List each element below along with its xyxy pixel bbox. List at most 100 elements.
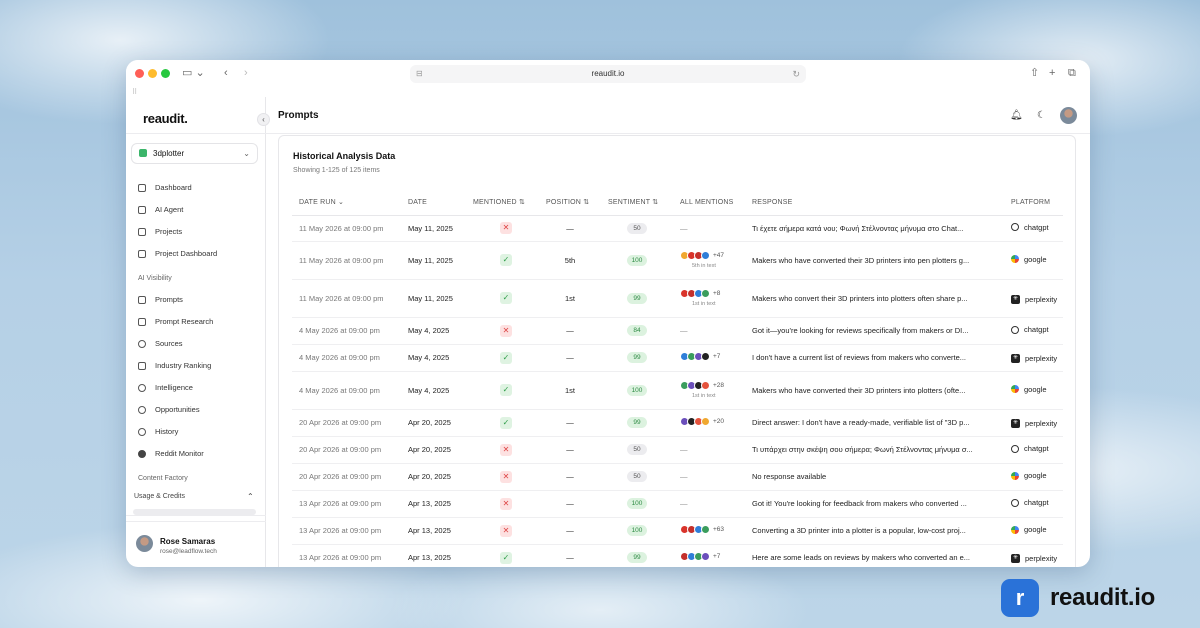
sidebar-item-dashboard[interactable]: Dashboard xyxy=(138,178,192,198)
share-icon[interactable]: ⇧ xyxy=(1030,66,1039,80)
response-cell[interactable]: Here are some leads on reviews by makers… xyxy=(745,544,1004,567)
response-cell[interactable]: Τι έχετε σήμερα κατά νου; Φωνή Στέλνοντα… xyxy=(745,215,1004,242)
column-sentiment[interactable]: SENTIMENT ⇅ xyxy=(601,190,673,216)
response-cell[interactable]: Makers who have converted their 3D print… xyxy=(745,371,1004,410)
sidebar-item-prompts[interactable]: Prompts xyxy=(138,290,183,310)
date-cell: May 4, 2025 xyxy=(401,371,466,410)
response-cell[interactable]: Direct answer: I don't have a ready-made… xyxy=(745,409,1004,437)
response-cell[interactable]: Makers who have converted their 3D print… xyxy=(745,241,1004,280)
response-cell[interactable]: I don't have a current list of reviews f… xyxy=(745,344,1004,372)
mentioned-cell: ✕ xyxy=(466,215,539,242)
mentions-count: +7 xyxy=(713,353,721,360)
empty-dash: — xyxy=(680,223,688,233)
sentiment-badge: 100 xyxy=(627,384,647,396)
chatgpt-icon xyxy=(1011,223,1019,232)
sidebar-item-opportunities[interactable]: Opportunities xyxy=(138,400,200,420)
date-run-cell: 13 Apr 2026 at 09:00 pm xyxy=(292,490,401,518)
sentiment-cell: 100 xyxy=(601,490,673,518)
google-icon xyxy=(1011,385,1019,394)
sidebar-item-industry-ranking[interactable]: Industry Ranking xyxy=(138,356,211,376)
bell-icon[interactable]: 🔔︎ xyxy=(1010,110,1023,121)
sidebar: reaudit. 3dplotter ⌄ Dashboard AI Agent … xyxy=(126,97,266,567)
tab-overview-icon[interactable]: ⧉ xyxy=(1068,66,1076,80)
sentiment-badge: 100 xyxy=(627,525,647,536)
platform-cell: ✳ perplexity xyxy=(1004,279,1063,318)
sentiment-badge: 50 xyxy=(627,222,647,234)
table-row[interactable]: 11 May 2026 at 09:00 pm May 11, 2025 ✓ 1st 9… xyxy=(292,279,1063,318)
response-cell[interactable]: Got it! You're looking for feedback from… xyxy=(745,490,1004,518)
table-row[interactable]: 4 May 2026 at 09:00 pm May 4, 2025 ✓ — 99 +7 I… xyxy=(292,344,1063,372)
cross-icon: ✕ xyxy=(500,443,512,456)
table-row[interactable]: 20 Apr 2026 at 09:00 pm Apr 20, 2025 ✓ — 99 +… xyxy=(292,409,1063,437)
sentiment-cell: 50 xyxy=(601,436,673,464)
url-text: reaudit.io xyxy=(591,69,625,78)
project-selector[interactable]: 3dplotter ⌄ xyxy=(131,143,258,164)
sidebar-item-reddit-monitor[interactable]: Reddit Monitor xyxy=(138,444,204,464)
column-mentioned[interactable]: MENTIONED ⇅ xyxy=(466,190,539,216)
platform-cell: ✳ perplexity xyxy=(1004,344,1063,372)
table-row[interactable]: 11 May 2026 at 09:00 pm May 11, 2025 ✕ — 50 —… xyxy=(292,215,1063,242)
table-row[interactable]: 20 Apr 2026 at 09:00 pm Apr 20, 2025 ✕ — 50 —… xyxy=(292,463,1063,491)
table-row[interactable]: 4 May 2026 at 09:00 pm May 4, 2025 ✓ 1st 100… xyxy=(292,371,1063,410)
chevron-up-icon[interactable]: ⌃ xyxy=(247,492,254,501)
sentiment-cell: 84 xyxy=(601,317,673,345)
reload-icon[interactable]: ↻ xyxy=(792,65,800,83)
maximize-window-button[interactable] xyxy=(161,69,170,78)
collapse-sidebar-button[interactable]: ‹ xyxy=(257,113,270,126)
response-cell[interactable]: Makers who convert their 3D printers int… xyxy=(745,279,1004,318)
close-window-button[interactable] xyxy=(135,69,144,78)
sidebar-item-project-dashboard[interactable]: Project Dashboard xyxy=(138,244,217,264)
grid-icon: ⠿ xyxy=(132,89,138,96)
date-cell: Apr 20, 2025 xyxy=(401,436,466,464)
header-avatar[interactable] xyxy=(1060,107,1077,124)
date-cell: May 4, 2025 xyxy=(401,317,466,345)
platform-name: google xyxy=(1024,525,1047,535)
cross-icon: ✕ xyxy=(500,524,512,537)
project-icon xyxy=(139,149,147,157)
back-arrow-icon[interactable]: ‹ xyxy=(224,66,228,80)
moon-icon[interactable]: ☾ xyxy=(1037,110,1046,121)
response-cell[interactable]: Converting a 3D printer into a plotter i… xyxy=(745,517,1004,545)
column-position[interactable]: POSITION ⇅ xyxy=(539,190,601,216)
sidebar-item-projects[interactable]: Projects xyxy=(138,222,182,242)
sentiment-badge: 99 xyxy=(627,292,647,304)
source-avatar-icon xyxy=(701,251,710,260)
sidebar-item-prompt-research[interactable]: Prompt Research xyxy=(138,312,213,332)
page-settings-icon[interactable]: ⊟ xyxy=(416,65,423,83)
sidebar-item-label: Projects xyxy=(155,227,183,236)
sentiment-badge: 50 xyxy=(627,471,647,482)
user-name: Rose Samaras xyxy=(160,537,216,546)
user-avatar[interactable] xyxy=(136,535,153,552)
trending-icon xyxy=(138,362,146,370)
new-tab-icon[interactable]: + xyxy=(1049,66,1055,80)
response-cell[interactable]: No response available xyxy=(745,463,1004,491)
mentioned-cell: ✓ xyxy=(466,344,539,372)
usage-credits-label[interactable]: Usage & Credits xyxy=(134,493,185,500)
table-row[interactable]: 13 Apr 2026 at 09:00 pm Apr 13, 2025 ✓ — 99 +… xyxy=(292,544,1063,567)
column-date-run[interactable]: DATE RUN ⌄ xyxy=(292,190,401,216)
minimize-window-button[interactable] xyxy=(148,69,157,78)
empty-dash: — xyxy=(680,326,688,335)
sentiment-badge: 84 xyxy=(627,325,647,336)
table-row[interactable]: 4 May 2026 at 09:00 pm May 4, 2025 ✕ — 84 — Go… xyxy=(292,317,1063,345)
response-cell[interactable]: Τι υπάρχει στην σκέψη σου σήμερα; Φωνή Σ… xyxy=(745,436,1004,464)
app-logo[interactable]: reaudit. xyxy=(143,111,188,126)
position-cell: — xyxy=(539,409,601,437)
response-cell[interactable]: Got it—you're looking for reviews specif… xyxy=(745,317,1004,345)
sidebar-item-history[interactable]: History xyxy=(138,422,178,442)
sidebar-item-sources[interactable]: Sources xyxy=(138,334,183,354)
sidebar-toggle-icon[interactable]: ▭ ⌄ xyxy=(182,66,205,80)
table-row[interactable]: 11 May 2026 at 09:00 pm May 11, 2025 ✓ 5th 1… xyxy=(292,241,1063,280)
table-row[interactable]: 13 Apr 2026 at 09:00 pm Apr 13, 2025 ✕ — 100… xyxy=(292,517,1063,545)
date-run-cell: 20 Apr 2026 at 09:00 pm xyxy=(292,409,401,437)
page-title: Prompts xyxy=(278,110,319,121)
forward-arrow-icon[interactable]: › xyxy=(244,66,248,80)
table-row[interactable]: 20 Apr 2026 at 09:00 pm Apr 20, 2025 ✕ — 50 —… xyxy=(292,436,1063,464)
platform-cell: chatgpt xyxy=(1004,490,1063,518)
mentioned-cell: ✓ xyxy=(466,241,539,280)
sidebar-item-intelligence[interactable]: Intelligence xyxy=(138,378,193,398)
sidebar-item-ai-agent[interactable]: AI Agent xyxy=(138,200,183,220)
address-bar[interactable]: ⊟ reaudit.io ↻ xyxy=(410,65,806,83)
sidebar-item-label: Sources xyxy=(155,339,183,348)
table-row[interactable]: 13 Apr 2026 at 09:00 pm Apr 13, 2025 ✕ — 100… xyxy=(292,490,1063,518)
